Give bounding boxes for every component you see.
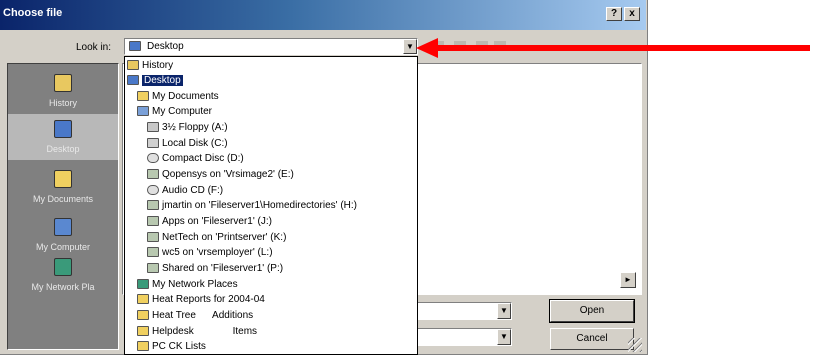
annotation-arrow	[416, 38, 810, 58]
arrow-head	[416, 38, 438, 58]
